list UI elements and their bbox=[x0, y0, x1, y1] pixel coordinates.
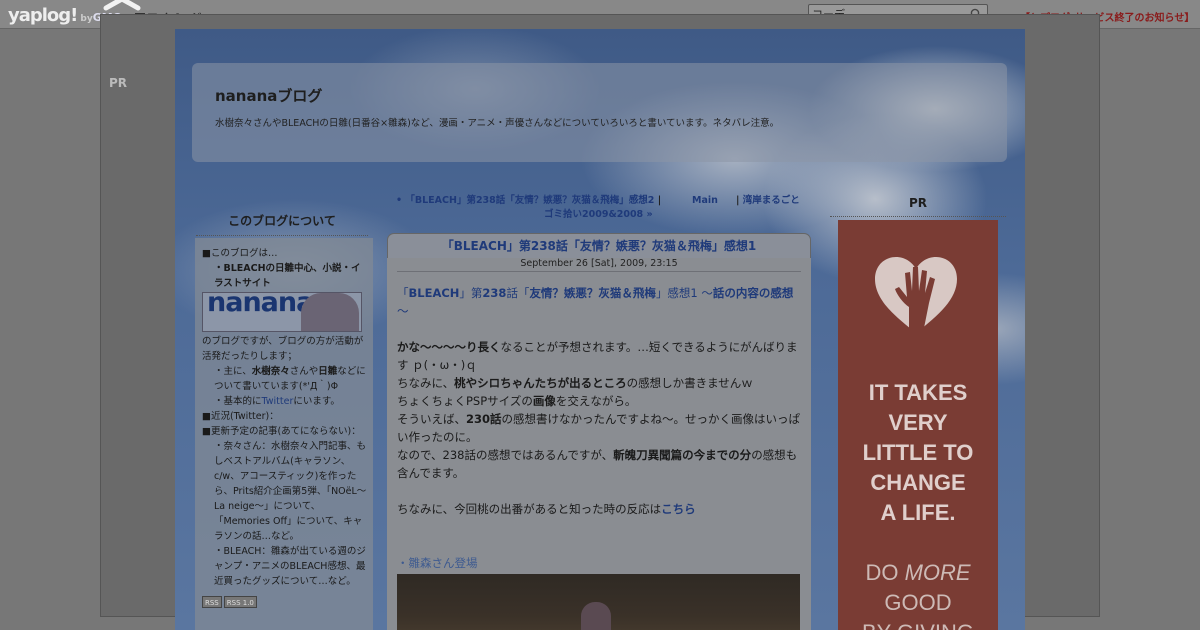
blog-description: 水樹奈々さんやBLEACHの日雛(日番谷×雛森)など、漫画・アニメ・声優さんなど… bbox=[215, 118, 780, 129]
text: の感想しか書きませんｗ bbox=[626, 376, 753, 390]
kochira-link[interactable]: こちら bbox=[661, 502, 696, 516]
sidebar-about: ■このブログは… ・BLEACHの日雛中心、小説・イラストサイト nanana … bbox=[195, 238, 373, 630]
charity-ad-banner[interactable]: IT TAKES VERY LITTLE TO CHANGE A LIFE. D… bbox=[838, 220, 998, 630]
ad-text: LITTLE TO bbox=[862, 440, 974, 465]
rss-1-0-button[interactable]: RSS 1.0 bbox=[223, 596, 257, 608]
sidebar-line: ・基本的にTwitterにいます。 bbox=[202, 394, 367, 409]
post-paragraph: ちなみに、今回桃の出番があると知った時の反応はこちら bbox=[397, 500, 801, 518]
section-heading: ・雛森さん登場 bbox=[397, 556, 478, 570]
blog-header: nananaブログ 水樹奈々さんやBLEACHの日雛(日番谷×雛森)など、漫画・… bbox=[192, 63, 1007, 162]
sidebar-text: 日雛 bbox=[318, 366, 338, 377]
sidebar-line: ・主に、水樹奈々さんや日雛などについて書いています(*'Д｀)Φ bbox=[202, 364, 367, 394]
text: ちょくちょくPSPサイズの bbox=[397, 394, 533, 408]
text: ちなみに、 bbox=[397, 376, 455, 390]
rss-button[interactable]: RSS bbox=[202, 596, 222, 608]
nav-separator: | bbox=[736, 195, 740, 206]
post-body: 「BLEACH」第238話「友情？嫉悪？灰猫＆飛梅」感想1 ～話の内容の感想～ … bbox=[397, 272, 801, 630]
post-paragraph: なので、238話の感想ではあるんですが、斬魄刀異聞篇の今までの分の感想も含んでま… bbox=[397, 446, 801, 482]
sidebar-line: ・BLEACHの日雛中心、小説・イラストサイト bbox=[202, 261, 367, 291]
sidebar-text: さんや bbox=[289, 366, 319, 377]
text: ちなみに、今回桃の出番があると知った時の反応は bbox=[397, 502, 662, 516]
ad-headline: IT TAKES VERY LITTLE TO CHANGE A LIFE. bbox=[838, 378, 998, 528]
pr-label-left: PR bbox=[109, 76, 128, 90]
ad-text: A LIFE. bbox=[880, 500, 956, 525]
nanana-banner[interactable]: nanana bbox=[202, 292, 362, 332]
prev-post-link[interactable]: 「BLEACH」第238話「友情？嫉悪？灰猫＆飛梅」感想2 bbox=[405, 195, 654, 206]
ad-text: VERY bbox=[888, 410, 948, 435]
text: 友情？嫉悪？灰猫＆飛梅 bbox=[529, 286, 656, 300]
text: 」感想1 ～ bbox=[655, 286, 713, 300]
text: 238 bbox=[482, 286, 507, 300]
character-figure bbox=[581, 602, 611, 630]
ad-text: IT TAKES bbox=[868, 380, 968, 405]
heart-hand-icon bbox=[875, 257, 957, 333]
sidebar-text: ・BLEACHの日雛中心、小説・イラストサイト bbox=[214, 263, 361, 289]
ad-text: GOOD bbox=[884, 590, 952, 615]
close-icon[interactable] bbox=[100, 0, 146, 14]
text: 230話 bbox=[466, 412, 502, 426]
text: BLEACH bbox=[408, 286, 460, 300]
text: 桃やシロちゃんたちが出るところ bbox=[454, 376, 627, 390]
post-paragraph: ちなみに、桃やシロちゃんたちが出るところの感想しか書きませんｗ bbox=[397, 374, 801, 392]
text: 」第 bbox=[459, 286, 483, 300]
logo-by: by bbox=[80, 14, 93, 24]
text: 画像 bbox=[532, 394, 556, 408]
text: 話の内容の感想 bbox=[712, 286, 794, 300]
main-link[interactable]: Main bbox=[692, 194, 718, 208]
pr-label-right: PR bbox=[830, 196, 1006, 217]
banner-text: nanana bbox=[207, 292, 314, 318]
sidebar-text: 水樹奈々 bbox=[251, 366, 290, 377]
next-post-text: 湾岸まるごと bbox=[742, 195, 800, 206]
post-paragraph: かな～～～～り長くなることが予想されます。…短くできるようにがんばります ｐ(・… bbox=[397, 338, 801, 374]
blog-title[interactable]: nananaブログ bbox=[215, 85, 322, 106]
ad-text: BY GIVING bbox=[838, 618, 998, 630]
text: なので、238話の感想ではあるんですが、 bbox=[397, 448, 614, 462]
sidebar-text: ・基本的に bbox=[214, 396, 262, 407]
text: かな～～～～り長く bbox=[397, 340, 501, 354]
sidebar-title: このブログについて bbox=[196, 212, 368, 236]
post-title[interactable]: 「BLEACH」第238話「友情？嫉悪？灰猫＆飛梅」感想1 bbox=[387, 233, 811, 258]
text: そういえば、 bbox=[397, 412, 466, 426]
next-post-link[interactable]: | 湾岸まるごと bbox=[736, 194, 810, 208]
sidebar-line: ・BLEACH：雛森が出ている週のジャンプ・アニメのBLEACH感想、最近買った… bbox=[214, 546, 366, 587]
sidebar-line: ・奈々さん：水樹奈々入門記事、もしベストアルバム(キャラソン、c/w、アコーステ… bbox=[214, 441, 367, 542]
ad-subline: DO MORE GOOD BY GIVING bbox=[838, 558, 998, 630]
text: ～ bbox=[397, 304, 409, 318]
text: 斬魄刀異聞篇の今までの分 bbox=[613, 448, 752, 462]
sidebar-line: ■更新予定の記事(あてにならない)： bbox=[202, 426, 361, 437]
post-navigation: • 「BLEACH」第238話「友情？嫉悪？灰猫＆飛梅」感想2 | Main |… bbox=[396, 194, 810, 220]
logo-text: yaplog! bbox=[8, 5, 78, 26]
rss-badges: RSS RSS 1.0 bbox=[202, 595, 367, 610]
bullet-icon: • bbox=[396, 195, 403, 206]
post-paragraph: そういえば、230話の感想書けなかったんですよね～。せっかく画像はいっぱい作った… bbox=[397, 410, 801, 446]
text: 「 bbox=[397, 286, 409, 300]
sidebar-text: ・主に、 bbox=[214, 366, 252, 377]
banner-character-image bbox=[301, 293, 359, 331]
next-post-link-line2[interactable]: ゴミ拾い2009&2008 » bbox=[544, 208, 653, 222]
sidebar-line: ■このブログは… bbox=[202, 248, 278, 259]
post-date: September 26 [Sat], 2009, 23:15 bbox=[397, 258, 801, 272]
post-screenshot-image[interactable] bbox=[397, 574, 800, 630]
ad-text: CHANGE bbox=[870, 470, 966, 495]
post-paragraph: ちょくちょくPSPサイズの画像を交えながら。 bbox=[397, 392, 801, 410]
ad-text: DO MORE bbox=[838, 558, 998, 588]
sidebar-line: のブログですが、ブログの方が活動が活発だったりします； bbox=[202, 336, 364, 362]
ad-text: DO bbox=[865, 560, 905, 585]
ad-text: MORE bbox=[904, 560, 971, 585]
text: を交えながら。 bbox=[555, 394, 637, 408]
sidebar-line: ■近況(Twitter)： bbox=[202, 411, 279, 422]
nav-separator: | bbox=[657, 195, 662, 206]
text: 話「 bbox=[506, 286, 530, 300]
post-headline: 「BLEACH」第238話「友情？嫉悪？灰猫＆飛梅」感想1 ～話の内容の感想 ～ bbox=[397, 284, 801, 320]
twitter-link[interactable]: Twitter bbox=[262, 396, 294, 407]
sidebar-text: にいます。 bbox=[293, 396, 340, 407]
post-entry: September 26 [Sat], 2009, 23:15 「BLEACH」… bbox=[387, 258, 811, 630]
